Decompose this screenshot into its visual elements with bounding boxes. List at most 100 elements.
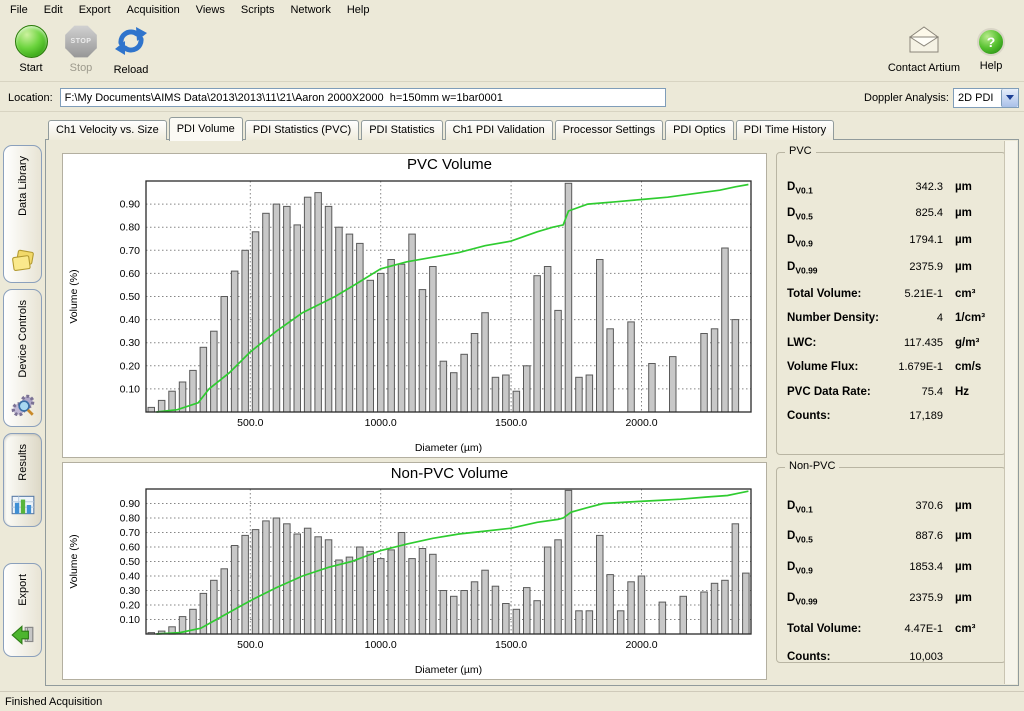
sidebar-item-export[interactable]: Export [3,563,42,657]
stat-label: Volume Flux: [787,361,858,373]
doppler-analysis-group: Doppler Analysis: 2D PDI [864,88,1019,108]
svg-text:500.0: 500.0 [237,639,263,651]
pvc-stats-groupbox: PVC DV0.1342.3µmDV0.5825.4µmDV0.91794.1µ… [776,152,1006,455]
menu-acquisition[interactable]: Acquisition [119,2,188,18]
menu-bar: FileEditExportAcquisitionViewsScriptsNet… [0,0,1024,19]
stat-unit: Hz [943,386,995,398]
stat-row: LWC:117.435g/m³ [777,337,1005,349]
svg-text:0.90: 0.90 [120,498,141,510]
svg-text:1000.0: 1000.0 [365,417,397,429]
stat-row: Counts:17,189 [777,410,1005,422]
stat-row: Counts:10,003 [777,651,1005,663]
stat-value: 1794.1 [813,234,943,246]
tab-ch1-velocity-vs-size[interactable]: Ch1 Velocity vs. Size [48,120,167,140]
export-arrow-icon [10,622,36,648]
menu-scripts[interactable]: Scripts [233,2,283,18]
svg-text:0.40: 0.40 [120,571,141,583]
menu-help[interactable]: Help [339,2,378,18]
menu-edit[interactable]: Edit [36,2,71,18]
tab-pdi-statistics-pvc-[interactable]: PDI Statistics (PVC) [245,120,359,140]
stat-value: 75.4 [871,386,943,398]
svg-text:0.70: 0.70 [120,245,141,257]
nonpvc-volume-chart: Non-PVC Volume 0.100.200.300.400.500.600… [62,462,767,680]
svg-text:0.50: 0.50 [120,291,141,303]
gears-icon [10,392,36,418]
stat-label: Number Density: [787,312,879,324]
stat-row: DV0.5887.6µm [777,530,1005,544]
sidebar-item-device-controls[interactable]: Device Controls [3,289,42,427]
svg-text:0.40: 0.40 [120,314,141,326]
stat-unit: µm [943,261,995,273]
stat-unit: µm [943,234,995,246]
svg-text:1500.0: 1500.0 [495,417,527,429]
sidebar-item-label: Export [17,574,29,606]
toolbar-right-group: Contact Artium ? Help [882,23,1016,76]
folders-icon [10,248,36,274]
contact-artium-button[interactable]: Contact Artium [882,23,966,76]
stop-icon-text: STOP [71,38,92,45]
stat-label: DV0.9 [787,234,813,248]
tab-pdi-statistics[interactable]: PDI Statistics [361,120,442,140]
nonpvc-stats-rows: DV0.1370.6µm DV0.5887.6µm DV0.91853.4µm DV0… [777,468,1005,663]
reload-label: Reload [114,64,149,76]
sidebar-item-label: Results [17,444,29,481]
tab-pdi-time-history[interactable]: PDI Time History [736,120,835,140]
tab-pdi-optics[interactable]: PDI Optics [665,120,734,140]
stat-label: Counts: [787,410,830,422]
stat-unit: µm [943,181,995,193]
sidebar-item-results[interactable]: Results [3,433,42,527]
svg-text:0.10: 0.10 [120,614,141,626]
app-window: FileEditExportAcquisitionViewsScriptsNet… [0,0,1024,711]
stat-unit: µm [943,530,995,542]
stat-row: DV0.5825.4µm [777,207,1005,221]
nonpvc-chart-title: Non-PVC Volume [63,463,766,484]
stat-label: PVC Data Rate: [787,386,871,398]
location-input[interactable] [60,88,666,107]
start-button[interactable]: Start [6,23,56,78]
stat-row: DV0.1370.6µm [777,500,1005,514]
stat-label: DV0.99 [787,592,818,606]
reload-icon [114,25,148,60]
menu-export[interactable]: Export [71,2,119,18]
stat-label: Total Volume: [787,288,861,300]
tab-ch1-pdi-validation[interactable]: Ch1 PDI Validation [445,120,553,140]
menu-network[interactable]: Network [282,2,338,18]
sidebar-item-data-library[interactable]: Data Library [3,145,42,283]
stop-button[interactable]: STOP Stop [56,23,106,78]
stat-label: Counts: [787,651,830,663]
svg-text:0.90: 0.90 [120,199,141,211]
menu-file[interactable]: File [2,2,36,18]
status-bar: Finished Acquisition [0,691,1024,711]
stat-label: Total Volume: [787,623,861,635]
stat-value: 2375.9 [818,261,943,273]
stat-unit: µm [943,561,995,573]
stat-row: DV0.91853.4µm [777,561,1005,575]
stat-value: 17,189 [830,410,943,422]
vertical-scrollbar[interactable] [1004,141,1017,684]
svg-text:0.80: 0.80 [120,222,141,234]
envelope-icon [906,25,942,58]
sidebar-item-label: Device Controls [17,300,29,378]
pvc-stats-title: PVC [785,145,816,157]
chevron-down-icon[interactable] [1001,89,1018,107]
stat-row: DV0.992375.9µm [777,592,1005,606]
tab-processor-settings[interactable]: Processor Settings [555,120,663,140]
pvc-volume-chart: PVC Volume 0.100.200.300.400.500.600.700… [62,153,767,458]
stat-row: Volume Flux:1.679E-1cm/s [777,361,1005,373]
stat-row: PVC Data Rate:75.4Hz [777,386,1005,398]
help-button[interactable]: ? Help [966,23,1016,76]
stat-unit: cm/s [943,361,995,373]
svg-text:1500.0: 1500.0 [495,639,527,651]
reload-button[interactable]: Reload [106,23,156,78]
help-label: Help [980,60,1003,72]
menu-views[interactable]: Views [188,2,233,18]
tab-pdi-volume[interactable]: PDI Volume [169,117,243,141]
results-chart-icon [10,492,36,518]
doppler-analysis-select[interactable]: 2D PDI [953,88,1019,108]
stat-unit: cm³ [943,623,995,635]
svg-text:2000.0: 2000.0 [625,639,657,651]
stat-value: 2375.9 [818,592,943,604]
svg-text:0.60: 0.60 [120,268,141,280]
stat-value: 825.4 [813,207,943,219]
location-row: Location: Doppler Analysis: 2D PDI [0,84,1024,112]
